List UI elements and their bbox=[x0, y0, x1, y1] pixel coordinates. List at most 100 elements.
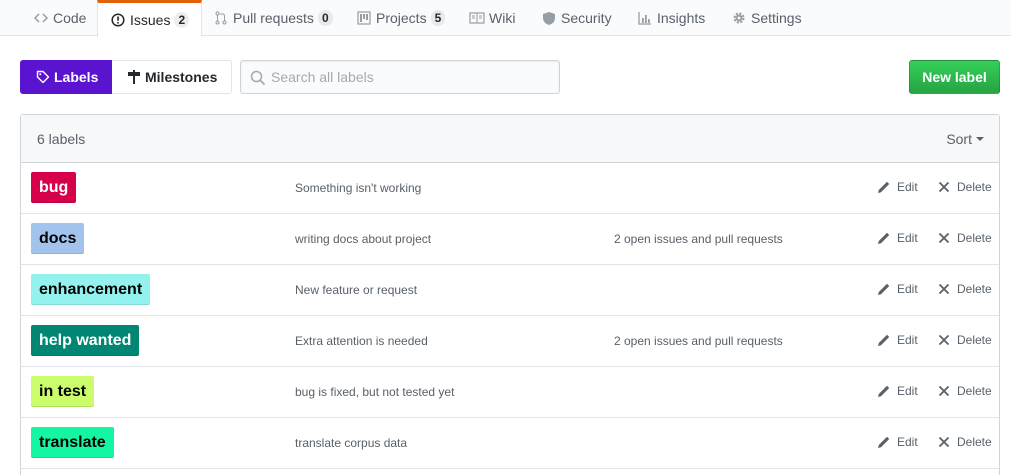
issues-count-badge: 2 bbox=[174, 11, 190, 28]
sort-dropdown[interactable]: Sort bbox=[946, 131, 984, 147]
label-row: translate translate corpus data Edit Del… bbox=[21, 418, 999, 469]
delete-label: Delete bbox=[957, 435, 992, 449]
milestones-tab[interactable]: Milestones bbox=[112, 60, 232, 94]
edit-label: Edit bbox=[897, 282, 918, 296]
tab-insights[interactable]: Insights bbox=[637, 0, 705, 36]
label-description: bug is fixed, but not tested yet bbox=[295, 385, 455, 399]
labels-tab-label: Labels bbox=[54, 69, 99, 85]
delete-label-button[interactable]: Delete bbox=[937, 333, 992, 347]
edit-label-button[interactable]: Edit bbox=[877, 435, 918, 449]
label-row: docs writing docs about project 2 open i… bbox=[21, 214, 999, 265]
new-label-button[interactable]: New label bbox=[909, 60, 1000, 94]
search-labels-input[interactable] bbox=[271, 61, 556, 93]
labels-list-header: 6 labels Sort bbox=[21, 115, 999, 163]
delete-label: Delete bbox=[957, 231, 992, 245]
milestone-icon bbox=[127, 70, 141, 84]
label-pill[interactable]: docs bbox=[31, 223, 85, 254]
book-icon bbox=[469, 10, 485, 26]
edit-label-button[interactable]: Edit bbox=[877, 333, 918, 347]
edit-label: Edit bbox=[897, 231, 918, 245]
label-issues-link[interactable]: 2 open issues and pull requests bbox=[614, 232, 783, 246]
tab-code-label: Code bbox=[53, 10, 87, 26]
x-icon bbox=[937, 282, 951, 296]
x-icon bbox=[937, 435, 951, 449]
label-description: New feature or request bbox=[295, 283, 418, 297]
delete-label-button[interactable]: Delete bbox=[937, 384, 992, 398]
delete-label-button[interactable]: Delete bbox=[937, 282, 992, 296]
label-pill[interactable]: translate bbox=[31, 427, 114, 458]
tab-pull-requests[interactable]: Pull requests 0 bbox=[213, 0, 333, 36]
delete-label: Delete bbox=[957, 384, 992, 398]
search-labels-box bbox=[240, 60, 560, 94]
delete-label: Delete bbox=[957, 180, 992, 194]
pencil-icon bbox=[877, 435, 891, 449]
graph-icon bbox=[637, 10, 653, 26]
label-row: help wanted Extra attention is needed 2 … bbox=[21, 316, 999, 367]
pull-requests-count-badge: 0 bbox=[317, 10, 333, 26]
edit-label-button[interactable]: Edit bbox=[877, 384, 918, 398]
edit-label-button[interactable]: Edit bbox=[877, 282, 918, 296]
sort-label: Sort bbox=[946, 131, 972, 147]
label-pill[interactable]: bug bbox=[31, 172, 77, 203]
pencil-icon bbox=[877, 282, 891, 296]
labels-list: 6 labels Sort bug Something isn't workin… bbox=[20, 114, 1000, 475]
tab-issues[interactable]: Issues 2 bbox=[97, 0, 203, 37]
code-icon bbox=[33, 10, 49, 26]
tab-insights-label: Insights bbox=[657, 10, 706, 26]
projects-count-badge: 5 bbox=[430, 10, 446, 26]
tab-code[interactable]: Code bbox=[33, 0, 86, 36]
edit-label: Edit bbox=[897, 180, 918, 194]
label-pill[interactable]: enhancement bbox=[31, 274, 151, 305]
pencil-icon bbox=[877, 384, 891, 398]
x-icon bbox=[937, 384, 951, 398]
edit-label: Edit bbox=[897, 384, 918, 398]
tab-settings[interactable]: Settings bbox=[731, 0, 802, 36]
x-icon bbox=[937, 231, 951, 245]
delete-label-button[interactable]: Delete bbox=[937, 435, 992, 449]
pencil-icon bbox=[877, 333, 891, 347]
project-icon bbox=[356, 10, 372, 26]
shield-icon bbox=[541, 10, 557, 26]
label-row: enhancement New feature or request Edit … bbox=[21, 265, 999, 316]
pencil-icon bbox=[877, 231, 891, 245]
label-pill[interactable]: help wanted bbox=[31, 325, 140, 356]
search-icon bbox=[250, 70, 266, 86]
tab-wiki-label: Wiki bbox=[489, 10, 516, 26]
milestones-tab-label: Milestones bbox=[145, 69, 218, 85]
repo-nav: Code Issues 2 Pull requests 0 Projects 5… bbox=[0, 0, 1011, 37]
tag-icon bbox=[36, 70, 50, 84]
tab-settings-label: Settings bbox=[751, 10, 802, 26]
label-issues-link[interactable]: 2 open issues and pull requests bbox=[614, 334, 783, 348]
label-description: Something isn't working bbox=[295, 181, 422, 195]
label-row: bug Something isn't working Edit Delete bbox=[21, 163, 999, 214]
labels-tab[interactable]: Labels bbox=[20, 60, 112, 94]
label-description: Extra attention is needed bbox=[295, 334, 428, 348]
label-pill[interactable]: in test bbox=[31, 376, 95, 407]
edit-label-button[interactable]: Edit bbox=[877, 180, 918, 194]
git-pull-request-icon bbox=[213, 10, 229, 26]
delete-label: Delete bbox=[957, 333, 992, 347]
tab-wiki[interactable]: Wiki bbox=[469, 0, 515, 36]
tab-projects[interactable]: Projects 5 bbox=[356, 0, 446, 36]
delete-label-button[interactable]: Delete bbox=[937, 180, 992, 194]
pencil-icon bbox=[877, 180, 891, 194]
label-description: writing docs about project bbox=[295, 232, 432, 246]
labels-count: 6 labels bbox=[37, 131, 86, 147]
delete-label: Delete bbox=[957, 282, 992, 296]
tab-security[interactable]: Security bbox=[541, 0, 612, 36]
issue-opened-icon bbox=[110, 12, 126, 28]
edit-label-button[interactable]: Edit bbox=[877, 231, 918, 245]
labels-milestones-switcher: Labels Milestones bbox=[20, 60, 232, 94]
delete-label-button[interactable]: Delete bbox=[937, 231, 992, 245]
x-icon bbox=[937, 180, 951, 194]
label-description: translate corpus data bbox=[295, 436, 408, 450]
tab-security-label: Security bbox=[561, 10, 612, 26]
tab-pull-requests-label: Pull requests bbox=[233, 10, 314, 26]
tab-projects-label: Projects bbox=[376, 10, 427, 26]
caret-down-icon bbox=[976, 137, 984, 141]
label-row: in test bug is fixed, but not tested yet… bbox=[21, 367, 999, 418]
x-icon bbox=[937, 333, 951, 347]
tab-issues-label: Issues bbox=[130, 11, 171, 28]
edit-label: Edit bbox=[897, 333, 918, 347]
edit-label: Edit bbox=[897, 435, 918, 449]
